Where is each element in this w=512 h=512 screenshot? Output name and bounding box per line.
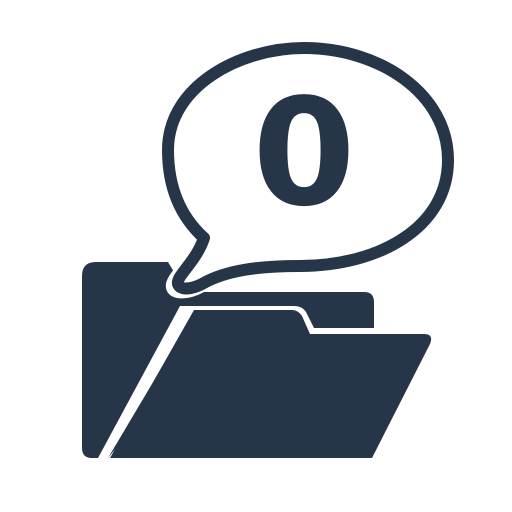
folder-chat-icon: 0 [0,0,512,512]
bubble-count-label: 0 [253,67,356,239]
icon-graphic: 0 [82,40,456,458]
